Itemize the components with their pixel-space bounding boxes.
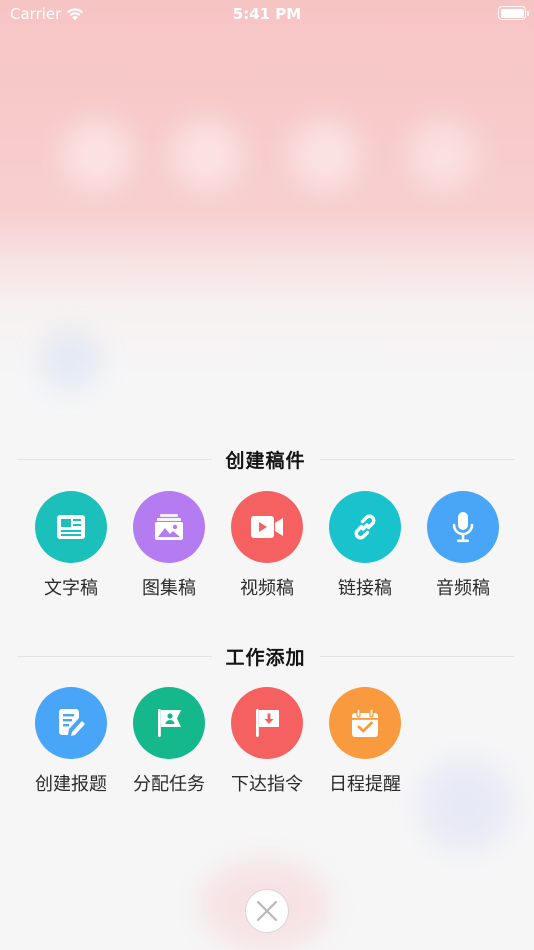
flag-download-icon (231, 687, 303, 759)
background-blur-shape (172, 120, 242, 190)
calendar-check-icon (329, 687, 401, 759)
item-label: 图集稿 (142, 578, 196, 599)
gallery-icon (133, 491, 205, 563)
issue-command-button[interactable]: 下达指令 (217, 687, 317, 796)
close-icon (256, 900, 278, 922)
status-time: 5:41 PM (232, 5, 302, 23)
background-blur-shape (290, 120, 360, 190)
item-label: 创建报题 (35, 774, 107, 795)
divider (319, 655, 515, 657)
edit-document-icon (35, 687, 107, 759)
item-label: 日程提醒 (329, 774, 401, 795)
divider (17, 655, 212, 657)
create-topic-button[interactable]: 创建报题 (21, 687, 121, 796)
item-label: 分配任务 (133, 774, 205, 795)
item-label: 音频稿 (436, 578, 490, 599)
close-button[interactable] (245, 889, 289, 933)
item-label: 下达指令 (231, 774, 303, 795)
assign-task-button[interactable]: 分配任务 (119, 687, 219, 796)
text-document-icon (35, 491, 107, 563)
link-draft-button[interactable]: 链接稿 (315, 491, 415, 600)
link-icon (329, 491, 401, 563)
audio-draft-button[interactable]: 音频稿 (413, 491, 513, 600)
divider (319, 458, 515, 460)
item-label: 视频稿 (240, 578, 294, 599)
background-blur-shape (408, 120, 478, 190)
blurred-background (0, 0, 534, 950)
item-label: 文字稿 (44, 578, 98, 599)
text-draft-button[interactable]: 文字稿 (21, 491, 121, 600)
status-bar: Carrier 5:41 PM (0, 0, 534, 28)
video-draft-button[interactable]: 视频稿 (217, 491, 317, 600)
create-items-row: 文字稿 图集稿 视频稿 链接稿 音频稿 (0, 491, 534, 601)
microphone-icon (427, 491, 499, 563)
item-label: 链接稿 (338, 578, 392, 599)
divider (17, 458, 212, 460)
gallery-draft-button[interactable]: 图集稿 (119, 491, 219, 600)
background-blur-shape (40, 330, 100, 390)
work-section-title: 工作添加 (225, 646, 306, 669)
create-section-title: 创建稿件 (225, 449, 306, 472)
background-blur-shape (62, 120, 132, 190)
create-section-header: 创建稿件 (17, 444, 515, 474)
battery-icon (498, 6, 529, 20)
video-icon (231, 491, 303, 563)
work-items-row: 创建报题 分配任务 下达指令 日程提醒 (0, 687, 534, 797)
flag-person-icon (133, 687, 205, 759)
work-section-header: 工作添加 (17, 641, 515, 671)
schedule-reminder-button[interactable]: 日程提醒 (315, 687, 415, 796)
